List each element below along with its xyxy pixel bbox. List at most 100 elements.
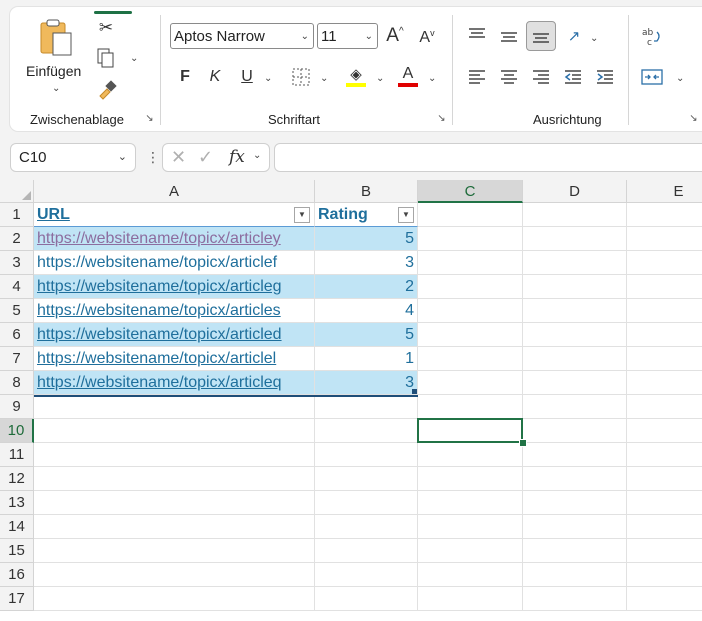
row-header[interactable]: 1 xyxy=(0,203,34,227)
merge-center-icon[interactable] xyxy=(640,67,664,87)
table-cell-rating[interactable]: 3 xyxy=(315,251,418,275)
row-header[interactable]: 13 xyxy=(0,491,34,515)
grid-cell[interactable] xyxy=(523,443,627,467)
italic-button[interactable]: K xyxy=(204,65,226,89)
row-header[interactable]: 14 xyxy=(0,515,34,539)
url-link[interactable]: https://websitename/topicx/articles xyxy=(34,302,281,319)
grid-cell[interactable] xyxy=(627,227,702,251)
grid-cell[interactable] xyxy=(523,203,627,227)
copy-icon[interactable] xyxy=(96,47,116,69)
align-middle-icon[interactable] xyxy=(498,27,520,47)
grid-cell[interactable] xyxy=(523,371,627,395)
underline-button[interactable]: U xyxy=(236,65,258,89)
name-box-chevron-icon[interactable]: ⌄ xyxy=(118,144,127,171)
grid-cell[interactable] xyxy=(34,491,315,515)
grid-cell[interactable] xyxy=(627,323,702,347)
font-size-chevron-icon[interactable]: ⌄ xyxy=(365,24,373,50)
table-cell-url[interactable]: https://websitename/topicx/articleq xyxy=(34,371,315,395)
url-link[interactable]: https://websitename/topicx/articled xyxy=(34,326,282,343)
active-cell-selection[interactable] xyxy=(417,418,523,443)
table-cell-url[interactable]: https://websitename/topicx/articlel xyxy=(34,347,315,371)
grid-cell[interactable] xyxy=(34,563,315,587)
row-header[interactable]: 6 xyxy=(0,323,34,347)
merge-chevron-icon[interactable]: ⌄ xyxy=(676,73,684,84)
orientation-chevron-icon[interactable]: ⌄ xyxy=(590,33,598,44)
column-header-b[interactable]: B xyxy=(315,180,418,203)
grid-cell[interactable] xyxy=(418,275,523,299)
url-link[interactable]: https://websitename/topicx/articley xyxy=(34,230,281,247)
grid-cell[interactable] xyxy=(523,419,627,443)
font-size-combo[interactable]: 11 ⌄ xyxy=(317,23,378,49)
row-header[interactable]: 11 xyxy=(0,443,34,467)
url-link[interactable]: https://websitename/topicx/articleq xyxy=(34,374,282,391)
grid-cell[interactable] xyxy=(627,443,702,467)
font-color-chevron-icon[interactable]: ⌄ xyxy=(428,73,436,84)
bold-button[interactable]: F xyxy=(174,65,196,89)
increase-indent-icon[interactable] xyxy=(594,67,616,87)
grid-cell[interactable] xyxy=(627,203,702,227)
url-link[interactable]: https://websitename/topicx/articlel xyxy=(34,350,276,367)
select-all-button[interactable] xyxy=(0,180,34,203)
grid-cell[interactable] xyxy=(418,395,523,419)
url-link[interactable]: https://websitename/topicx/articlef xyxy=(34,254,277,271)
grid-cell[interactable] xyxy=(523,539,627,563)
grid-cell[interactable] xyxy=(523,227,627,251)
grid-cell[interactable] xyxy=(315,539,418,563)
grid-cell[interactable] xyxy=(627,395,702,419)
grid-cell[interactable] xyxy=(418,299,523,323)
grid-cell[interactable] xyxy=(418,227,523,251)
grid-cell[interactable] xyxy=(627,539,702,563)
align-right-icon[interactable] xyxy=(530,67,552,87)
insert-function-icon[interactable]: fx xyxy=(229,147,245,167)
grid-cell[interactable] xyxy=(315,467,418,491)
grid-cell[interactable] xyxy=(34,467,315,491)
grid-cell[interactable] xyxy=(315,587,418,611)
row-header[interactable]: 2 xyxy=(0,227,34,251)
paste-dropdown-chevron-icon[interactable]: ⌄ xyxy=(52,83,60,94)
fill-handle[interactable] xyxy=(519,439,527,447)
row-header[interactable]: 8 xyxy=(0,371,34,395)
format-painter-icon[interactable] xyxy=(96,79,118,101)
paste-icon[interactable] xyxy=(38,17,74,57)
grid-cell[interactable] xyxy=(627,515,702,539)
column-header-d[interactable]: D xyxy=(523,180,627,203)
grid-cell[interactable] xyxy=(523,275,627,299)
grid-cell[interactable] xyxy=(523,491,627,515)
grid-cell[interactable] xyxy=(418,371,523,395)
grid-cell[interactable] xyxy=(34,419,315,443)
increase-font-size-icon[interactable]: A ^ xyxy=(382,23,408,49)
insert-function-chevron-icon[interactable]: ⌄ xyxy=(253,150,261,161)
row-header[interactable]: 15 xyxy=(0,539,34,563)
grid-cell[interactable] xyxy=(315,491,418,515)
decrease-indent-icon[interactable] xyxy=(562,67,584,87)
column-header-a[interactable]: A xyxy=(34,180,315,203)
grid-cell[interactable] xyxy=(627,563,702,587)
url-link[interactable]: https://websitename/topicx/articleg xyxy=(34,278,282,295)
grid-cell[interactable] xyxy=(418,491,523,515)
row-header[interactable]: 17 xyxy=(0,587,34,611)
grid-cell[interactable] xyxy=(627,371,702,395)
row-header[interactable]: 10 xyxy=(0,419,34,443)
table-cell-url[interactable]: https://websitename/topicx/articlef xyxy=(34,251,315,275)
grid-cell[interactable] xyxy=(627,491,702,515)
underline-chevron-icon[interactable]: ⌄ xyxy=(264,73,272,84)
grid-cell[interactable] xyxy=(418,515,523,539)
grid-cell[interactable] xyxy=(523,587,627,611)
grid-cell[interactable] xyxy=(34,395,315,419)
align-top-icon[interactable] xyxy=(466,25,488,45)
font-name-chevron-icon[interactable]: ⌄ xyxy=(301,24,309,50)
url-filter-dropdown-icon[interactable]: ▼ xyxy=(294,207,310,223)
fill-color-icon[interactable]: ◈ xyxy=(344,63,368,89)
grid-cell[interactable] xyxy=(523,347,627,371)
grid-cell[interactable] xyxy=(627,299,702,323)
row-header[interactable]: 12 xyxy=(0,467,34,491)
orientation-icon[interactable]: ↗ xyxy=(562,25,586,47)
grid-cell[interactable] xyxy=(418,467,523,491)
grid-cell[interactable] xyxy=(418,323,523,347)
column-header-e[interactable]: E xyxy=(627,180,702,203)
rating-filter-dropdown-icon[interactable]: ▼ xyxy=(398,207,414,223)
grid-cell[interactable] xyxy=(34,515,315,539)
table-cell-url[interactable]: https://websitename/topicx/articles xyxy=(34,299,315,323)
borders-chevron-icon[interactable]: ⌄ xyxy=(320,73,328,84)
align-center-icon[interactable] xyxy=(498,67,520,87)
